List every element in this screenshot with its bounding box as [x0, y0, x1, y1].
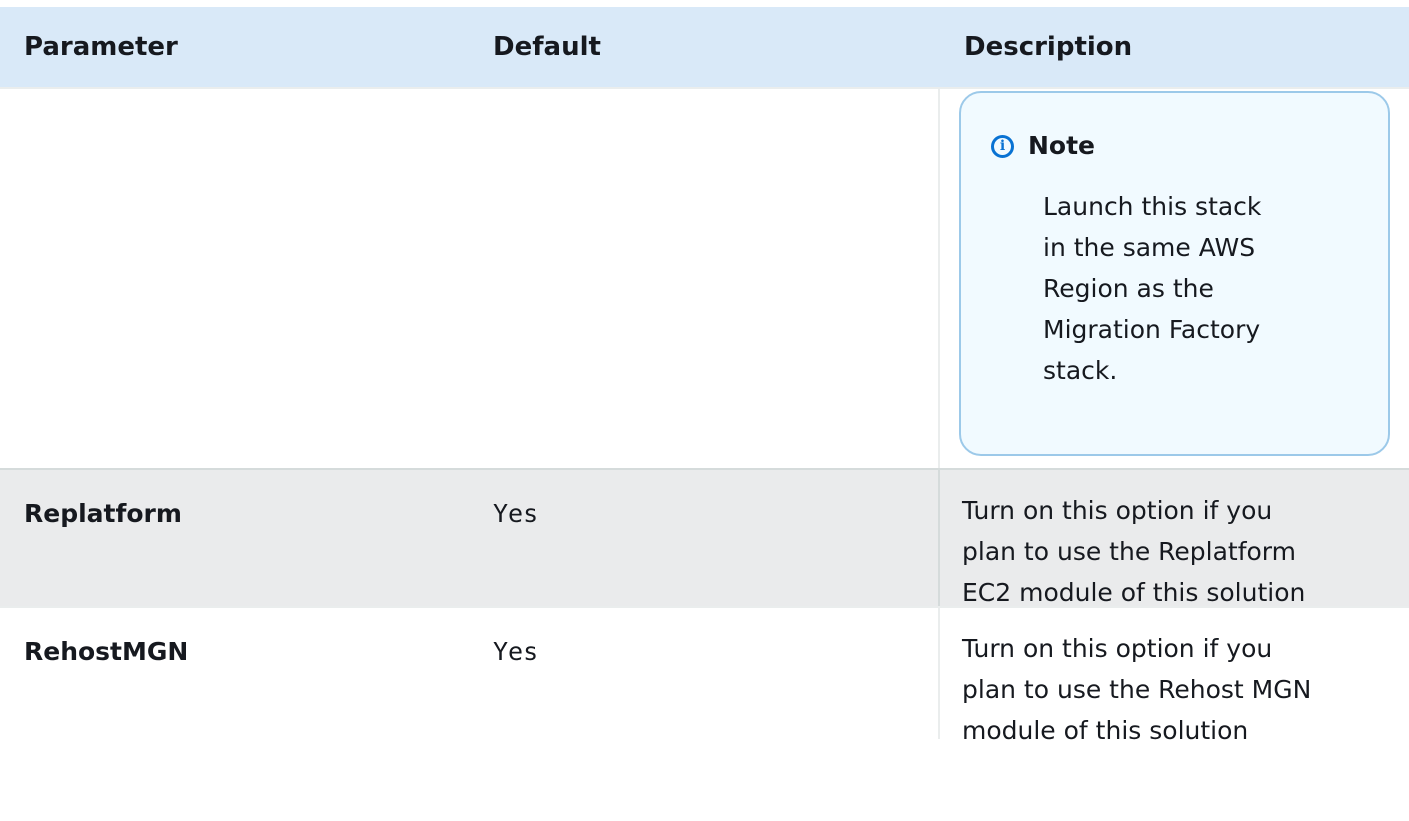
table-row-note: i Note Launch this stack in the same AWS…: [0, 87, 1409, 468]
empty-parameter-cell: [0, 89, 469, 468]
note-title: Note: [1028, 131, 1096, 160]
info-icon: i: [991, 134, 1014, 158]
note-line: Migration Factory: [1043, 315, 1261, 344]
description-line: Turn on this option if you: [962, 496, 1273, 525]
description-line: plan to use the Replatform: [962, 537, 1296, 566]
header-parameter: Parameter: [24, 32, 178, 62]
note-line: Launch this stack: [1043, 192, 1262, 221]
note-line: stack.: [1043, 356, 1118, 385]
note-callout: i Note Launch this stack in the same AWS…: [959, 91, 1390, 456]
description-line: plan to use the Rehost MGN: [962, 675, 1312, 704]
table-row-replatform: Replatform Yes Turn on this option if yo…: [0, 468, 1409, 607]
table-header-row: Parameter Default Description: [0, 7, 1409, 87]
default-value: Yes: [493, 637, 539, 666]
description-line: module of this solution: [962, 716, 1249, 745]
parameter-description: Turn on this option if you plan to use t…: [938, 608, 1409, 745]
default-value: Yes: [493, 499, 539, 528]
description-cell: i Note Launch this stack in the same AWS…: [938, 89, 1409, 468]
note-line: Region as the: [1043, 274, 1214, 303]
header-description: Description: [938, 7, 1409, 87]
parameter-name: Replatform: [24, 499, 182, 528]
note-header: i Note: [991, 131, 1095, 161]
parameter-description: Turn on this option if you plan to use t…: [938, 470, 1409, 607]
note-line: in the same AWS: [1043, 233, 1256, 262]
header-default: Default: [493, 32, 601, 62]
parameter-name: RehostMGN: [24, 637, 189, 666]
empty-default-cell: [469, 89, 938, 468]
description-line: Turn on this option if you: [962, 634, 1273, 663]
table-row-rehostmgn: RehostMGN Yes Turn on this option if you…: [0, 606, 1409, 745]
parameters-table: Parameter Default Description i Note Lau…: [0, 7, 1409, 745]
note-body: Launch this stack in the same AWS Region…: [1043, 186, 1343, 391]
